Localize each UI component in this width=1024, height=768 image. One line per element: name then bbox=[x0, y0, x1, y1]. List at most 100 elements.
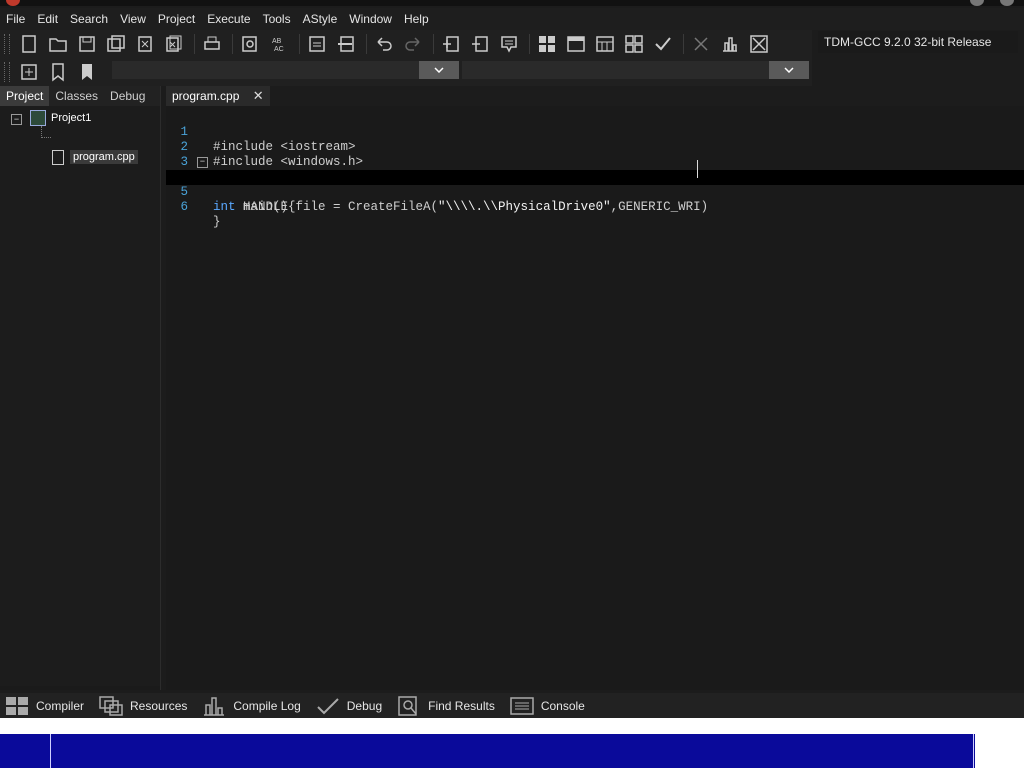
menu-help[interactable]: Help bbox=[398, 12, 435, 26]
minimize-button[interactable] bbox=[970, 0, 984, 6]
tab-resources[interactable]: Resources bbox=[98, 695, 187, 717]
code-line: 6 } bbox=[166, 185, 1024, 229]
svg-text:AC: AC bbox=[274, 46, 284, 53]
find-icon[interactable] bbox=[237, 32, 263, 56]
tab-label: Compile Log bbox=[233, 698, 301, 713]
menu-project[interactable]: Project bbox=[152, 12, 201, 26]
run-icon[interactable] bbox=[563, 32, 589, 56]
toolbar-separator bbox=[232, 34, 233, 54]
close-all-icon[interactable] bbox=[161, 32, 187, 56]
code-line: 3 bbox=[166, 140, 1024, 169]
tree-line bbox=[41, 137, 51, 139]
bottom-panel-tabs: Compiler Resources Compile Log Debug Fin… bbox=[0, 693, 1024, 718]
tab-debug-output[interactable]: Debug bbox=[315, 695, 382, 717]
collapse-icon[interactable]: − bbox=[11, 114, 22, 125]
toolbar-separator bbox=[683, 34, 684, 54]
tab-debug[interactable]: Debug bbox=[104, 86, 151, 106]
current-line: 5 HANDLE file = CreateFileA("\\\\.\\Phys… bbox=[166, 170, 1024, 214]
code-line: 1 #include <iostream> bbox=[166, 110, 1024, 154]
save-icon[interactable] bbox=[74, 32, 100, 56]
close-icon[interactable]: ✕ bbox=[253, 86, 264, 106]
menu-search[interactable]: Search bbox=[64, 12, 114, 26]
redo-icon[interactable] bbox=[400, 32, 426, 56]
tab-compile-log[interactable]: Compile Log bbox=[201, 695, 301, 717]
file-icon bbox=[52, 150, 64, 165]
taskbar-divider bbox=[50, 734, 51, 768]
goto-bookmark-icon[interactable] bbox=[74, 60, 100, 84]
tab-label: Find Results bbox=[428, 698, 495, 713]
tab-label: Compiler bbox=[36, 698, 85, 713]
toolbar-grip[interactable] bbox=[4, 34, 10, 54]
tab-project[interactable]: Project bbox=[0, 86, 50, 106]
print-icon[interactable] bbox=[199, 32, 225, 56]
toggle-bookmark-icon[interactable] bbox=[45, 60, 71, 84]
status-strip bbox=[0, 718, 1024, 734]
chevron-down-icon[interactable] bbox=[769, 61, 809, 79]
code-editor[interactable]: 1 #include <iostream> 2 #include <window… bbox=[166, 106, 1024, 690]
close-window-button[interactable] bbox=[1000, 0, 1014, 6]
tab-compiler[interactable]: Compiler bbox=[4, 695, 84, 717]
editor-tab-bar: program.cpp ✕ bbox=[166, 86, 1024, 106]
find-results-icon bbox=[398, 695, 417, 716]
stop-execution-icon[interactable] bbox=[688, 32, 714, 56]
line-number: 6 bbox=[180, 200, 188, 214]
unindent-icon[interactable] bbox=[333, 32, 359, 56]
insert-icon[interactable] bbox=[16, 60, 42, 84]
tree-item-file[interactable]: program.cpp bbox=[70, 150, 138, 164]
new-file-icon[interactable] bbox=[16, 32, 42, 56]
console-icon bbox=[510, 696, 534, 715]
menu-astyle[interactable]: AStyle bbox=[297, 12, 344, 26]
indent-icon[interactable] bbox=[304, 32, 330, 56]
compile-run-icon[interactable] bbox=[592, 32, 618, 56]
tab-find-results[interactable]: Find Results bbox=[396, 695, 495, 717]
menu-file[interactable]: File bbox=[0, 12, 31, 26]
replace-icon[interactable]: AB AC bbox=[266, 32, 292, 56]
toolbar-separator bbox=[299, 34, 300, 54]
tree-item-project[interactable]: Project1 bbox=[51, 112, 91, 124]
add-to-project-icon[interactable] bbox=[438, 32, 464, 56]
toolbar-separator bbox=[529, 34, 530, 54]
project-tree: − Project1 program.cpp bbox=[0, 106, 160, 686]
remove-from-project-icon[interactable] bbox=[467, 32, 493, 56]
menu-tools[interactable]: Tools bbox=[257, 12, 297, 26]
mouse-cursor bbox=[697, 160, 698, 178]
compile-log-icon bbox=[204, 696, 225, 716]
code-text: HANDLE file = CreateFileA( bbox=[213, 200, 439, 214]
project-options-icon[interactable] bbox=[496, 32, 522, 56]
tab-label: Resources bbox=[130, 698, 188, 713]
main-toolbar: AB AC bbox=[0, 30, 812, 58]
tab-console[interactable]: Console bbox=[509, 695, 585, 717]
fold-icon[interactable]: − bbox=[197, 157, 208, 168]
syntax-check-icon[interactable] bbox=[650, 32, 676, 56]
chevron-down-icon[interactable] bbox=[419, 61, 459, 79]
member-combo[interactable] bbox=[462, 61, 809, 79]
editor-tab-label: program.cpp bbox=[172, 89, 240, 103]
menu-execute[interactable]: Execute bbox=[201, 12, 256, 26]
toolbar-separator bbox=[433, 34, 434, 54]
delete-profile-icon[interactable] bbox=[746, 32, 772, 56]
tab-classes[interactable]: Classes bbox=[49, 86, 104, 106]
profile-icon[interactable] bbox=[717, 32, 743, 56]
svg-text:AB: AB bbox=[272, 38, 282, 45]
compiler-select[interactable]: TDM-GCC 9.2.0 32-bit Release bbox=[818, 31, 1018, 53]
menu-edit[interactable]: Edit bbox=[31, 12, 64, 26]
undo-icon[interactable] bbox=[371, 32, 397, 56]
tab-program-cpp[interactable]: program.cpp ✕ bbox=[166, 86, 270, 106]
toolbar-grip[interactable] bbox=[4, 62, 10, 82]
code-text: HANDLE file = CreateFileA("\\\\.\\Physic… bbox=[213, 200, 708, 215]
menu-view[interactable]: View bbox=[114, 12, 152, 26]
toolbar-separator bbox=[366, 34, 367, 54]
system-tray[interactable] bbox=[975, 734, 1024, 768]
code-line: 2 #include <windows.h> bbox=[166, 125, 1024, 169]
save-all-icon[interactable] bbox=[103, 32, 129, 56]
compile-icon[interactable] bbox=[534, 32, 560, 56]
string-literal: "\\\\.\\PhysicalDrive0" bbox=[438, 200, 611, 214]
code-line: 4 − int main(){ bbox=[166, 155, 1024, 214]
taskbar bbox=[0, 734, 1024, 768]
class-combo[interactable] bbox=[112, 61, 459, 79]
close-file-icon[interactable] bbox=[132, 32, 158, 56]
taskbar-divider bbox=[973, 734, 974, 768]
menu-window[interactable]: Window bbox=[343, 12, 398, 26]
rebuild-all-icon[interactable] bbox=[621, 32, 647, 56]
open-folder-icon[interactable] bbox=[45, 32, 71, 56]
